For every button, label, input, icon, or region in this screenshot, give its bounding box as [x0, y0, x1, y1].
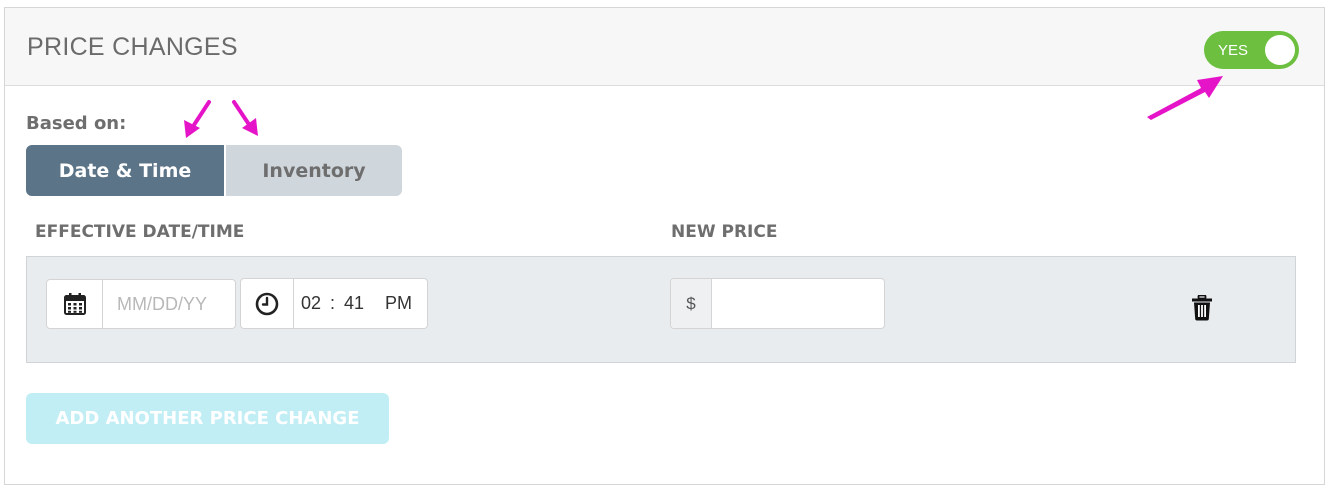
panel-header: PRICE CHANGES YES: [5, 8, 1324, 86]
time-field-group: 02 : 41 PM: [240, 278, 428, 329]
time-period[interactable]: PM: [385, 293, 412, 314]
toggle-knob: [1265, 35, 1295, 65]
column-header-new-price: NEW PRICE: [671, 222, 778, 242]
price-field-group: $: [670, 278, 885, 329]
time-hour[interactable]: 02: [301, 293, 321, 314]
date-field-group: [46, 279, 236, 329]
panel-title: PRICE CHANGES: [27, 33, 238, 61]
date-input[interactable]: [103, 280, 233, 328]
pointer-arrow-icon: [232, 100, 258, 136]
based-on-label: Based on:: [26, 113, 127, 134]
calendar-icon: [63, 293, 86, 315]
pointer-arrow-icon: [184, 100, 211, 138]
segment-inventory[interactable]: Inventory: [226, 145, 402, 196]
time-minute[interactable]: 41: [344, 293, 364, 314]
segment-date-time[interactable]: Date & Time: [26, 145, 224, 196]
clock-icon: [255, 292, 279, 315]
currency-addon: $: [671, 279, 712, 328]
price-changes-toggle[interactable]: YES: [1204, 31, 1299, 69]
add-another-price-change-button[interactable]: ADD ANOTHER PRICE CHANGE: [26, 393, 389, 444]
time-separator: :: [330, 293, 336, 313]
clock-button[interactable]: [241, 279, 294, 328]
pointer-arrow-icon: [1147, 76, 1223, 120]
column-header-effective: EFFECTIVE DATE/TIME: [35, 222, 245, 242]
new-price-input[interactable]: [712, 279, 882, 328]
trash-icon[interactable]: [1191, 295, 1213, 321]
calendar-button[interactable]: [47, 280, 103, 328]
toggle-label: YES: [1218, 42, 1249, 59]
